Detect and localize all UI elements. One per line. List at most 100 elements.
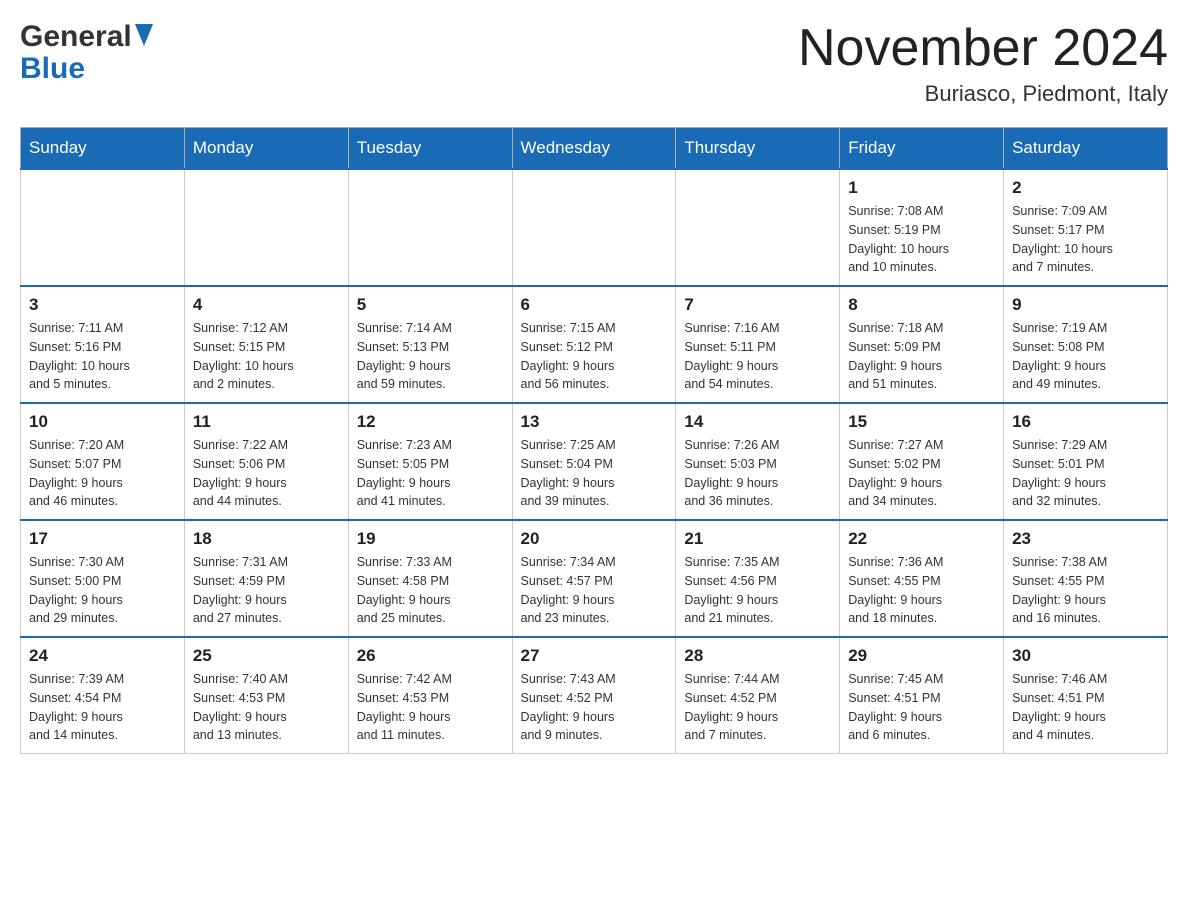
day-info: Sunrise: 7:29 AMSunset: 5:01 PMDaylight:… (1012, 436, 1159, 511)
calendar-cell: 6 Sunrise: 7:15 AMSunset: 5:12 PMDaylight… (512, 286, 676, 403)
day-info: Sunrise: 7:46 AMSunset: 4:51 PMDaylight:… (1012, 670, 1159, 745)
day-number: 28 (684, 646, 831, 666)
day-info: Sunrise: 7:39 AMSunset: 4:54 PMDaylight:… (29, 670, 176, 745)
day-info: Sunrise: 7:23 AMSunset: 5:05 PMDaylight:… (357, 436, 504, 511)
calendar-table: SundayMondayTuesdayWednesdayThursdayFrid… (20, 127, 1168, 754)
day-number: 25 (193, 646, 340, 666)
calendar-cell: 20 Sunrise: 7:34 AMSunset: 4:57 PMDayligh… (512, 520, 676, 637)
day-number: 17 (29, 529, 176, 549)
day-info: Sunrise: 7:18 AMSunset: 5:09 PMDaylight:… (848, 319, 995, 394)
day-number: 26 (357, 646, 504, 666)
logo: General Blue (20, 20, 153, 86)
day-number: 30 (1012, 646, 1159, 666)
calendar-cell: 26Sunrise: 7:42 AMSunset: 4:53 PMDayligh… (348, 637, 512, 754)
calendar-cell: 4 Sunrise: 7:12 AMSunset: 5:15 PMDaylight… (184, 286, 348, 403)
title-section: November 2024 Buriasco, Piedmont, Italy (798, 20, 1168, 107)
calendar-cell: 10 Sunrise: 7:20 AMSunset: 5:07 PMDayligh… (21, 403, 185, 520)
day-info: Sunrise: 7:25 AMSunset: 5:04 PMDaylight:… (521, 436, 668, 511)
logo-blue-text: Blue (20, 52, 85, 86)
calendar-cell: 22 Sunrise: 7:36 AMSunset: 4:55 PMDayligh… (840, 520, 1004, 637)
day-number: 5 (357, 295, 504, 315)
day-number: 6 (521, 295, 668, 315)
week-row-4: 17 Sunrise: 7:30 AMSunset: 5:00 PMDayligh… (21, 520, 1168, 637)
day-info: Sunrise: 7:14 AMSunset: 5:13 PMDaylight:… (357, 319, 504, 394)
day-info: Sunrise: 7:34 AMSunset: 4:57 PMDaylight:… (521, 553, 668, 628)
calendar-cell: 2 Sunrise: 7:09 AMSunset: 5:17 PMDaylight… (1004, 169, 1168, 286)
page-header: General Blue November 2024 Buriasco, Pie… (20, 20, 1168, 107)
day-number: 20 (521, 529, 668, 549)
day-number: 10 (29, 412, 176, 432)
day-info: Sunrise: 7:44 AMSunset: 4:52 PMDaylight:… (684, 670, 831, 745)
day-number: 21 (684, 529, 831, 549)
calendar-cell: 16 Sunrise: 7:29 AMSunset: 5:01 PMDayligh… (1004, 403, 1168, 520)
calendar-cell: 11 Sunrise: 7:22 AMSunset: 5:06 PMDayligh… (184, 403, 348, 520)
day-info: Sunrise: 7:27 AMSunset: 5:02 PMDaylight:… (848, 436, 995, 511)
day-header-thursday: Thursday (676, 128, 840, 170)
calendar-cell (676, 169, 840, 286)
day-info: Sunrise: 7:20 AMSunset: 5:07 PMDaylight:… (29, 436, 176, 511)
calendar-cell: 29 Sunrise: 7:45 AMSunset: 4:51 PMDayligh… (840, 637, 1004, 754)
day-number: 22 (848, 529, 995, 549)
day-info: Sunrise: 7:36 AMSunset: 4:55 PMDaylight:… (848, 553, 995, 628)
calendar-cell: 8 Sunrise: 7:18 AMSunset: 5:09 PMDaylight… (840, 286, 1004, 403)
day-number: 2 (1012, 178, 1159, 198)
day-header-monday: Monday (184, 128, 348, 170)
calendar-cell: 5 Sunrise: 7:14 AMSunset: 5:13 PMDaylight… (348, 286, 512, 403)
day-info: Sunrise: 7:15 AMSunset: 5:12 PMDaylight:… (521, 319, 668, 394)
calendar-cell (512, 169, 676, 286)
day-info: Sunrise: 7:35 AMSunset: 4:56 PMDaylight:… (684, 553, 831, 628)
day-info: Sunrise: 7:33 AMSunset: 4:58 PMDaylight:… (357, 553, 504, 628)
calendar-cell: 12 Sunrise: 7:23 AMSunset: 5:05 PMDayligh… (348, 403, 512, 520)
day-info: Sunrise: 7:43 AMSunset: 4:52 PMDaylight:… (521, 670, 668, 745)
day-number: 19 (357, 529, 504, 549)
calendar-cell: 9Sunrise: 7:19 AMSunset: 5:08 PMDaylight… (1004, 286, 1168, 403)
calendar-cell: 24 Sunrise: 7:39 AMSunset: 4:54 PMDayligh… (21, 637, 185, 754)
week-row-1: 1 Sunrise: 7:08 AMSunset: 5:19 PMDaylight… (21, 169, 1168, 286)
calendar-cell (348, 169, 512, 286)
calendar-cell (21, 169, 185, 286)
day-info: Sunrise: 7:12 AMSunset: 5:15 PMDaylight:… (193, 319, 340, 394)
day-number: 23 (1012, 529, 1159, 549)
day-info: Sunrise: 7:09 AMSunset: 5:17 PMDaylight:… (1012, 202, 1159, 277)
month-title: November 2024 (798, 20, 1168, 77)
calendar-cell: 17 Sunrise: 7:30 AMSunset: 5:00 PMDayligh… (21, 520, 185, 637)
week-row-2: 3Sunrise: 7:11 AMSunset: 5:16 PMDaylight… (21, 286, 1168, 403)
day-info: Sunrise: 7:26 AMSunset: 5:03 PMDaylight:… (684, 436, 831, 511)
day-number: 29 (848, 646, 995, 666)
day-info: Sunrise: 7:16 AMSunset: 5:11 PMDaylight:… (684, 319, 831, 394)
day-number: 4 (193, 295, 340, 315)
days-header-row: SundayMondayTuesdayWednesdayThursdayFrid… (21, 128, 1168, 170)
day-number: 11 (193, 412, 340, 432)
calendar-cell: 13 Sunrise: 7:25 AMSunset: 5:04 PMDayligh… (512, 403, 676, 520)
day-info: Sunrise: 7:45 AMSunset: 4:51 PMDaylight:… (848, 670, 995, 745)
day-header-saturday: Saturday (1004, 128, 1168, 170)
day-header-tuesday: Tuesday (348, 128, 512, 170)
day-info: Sunrise: 7:08 AMSunset: 5:19 PMDaylight:… (848, 202, 995, 277)
day-number: 8 (848, 295, 995, 315)
calendar-cell: 1 Sunrise: 7:08 AMSunset: 5:19 PMDaylight… (840, 169, 1004, 286)
day-info: Sunrise: 7:19 AMSunset: 5:08 PMDaylight:… (1012, 319, 1159, 394)
location-text: Buriasco, Piedmont, Italy (798, 81, 1168, 107)
day-header-sunday: Sunday (21, 128, 185, 170)
calendar-cell: 28 Sunrise: 7:44 AMSunset: 4:52 PMDayligh… (676, 637, 840, 754)
day-number: 13 (521, 412, 668, 432)
day-number: 7 (684, 295, 831, 315)
day-number: 14 (684, 412, 831, 432)
day-number: 1 (848, 178, 995, 198)
day-info: Sunrise: 7:30 AMSunset: 5:00 PMDaylight:… (29, 553, 176, 628)
day-number: 18 (193, 529, 340, 549)
calendar-cell: 21 Sunrise: 7:35 AMSunset: 4:56 PMDayligh… (676, 520, 840, 637)
calendar-cell: 27Sunrise: 7:43 AMSunset: 4:52 PMDayligh… (512, 637, 676, 754)
calendar-cell: 15 Sunrise: 7:27 AMSunset: 5:02 PMDayligh… (840, 403, 1004, 520)
day-info: Sunrise: 7:31 AMSunset: 4:59 PMDaylight:… (193, 553, 340, 628)
day-info: Sunrise: 7:22 AMSunset: 5:06 PMDaylight:… (193, 436, 340, 511)
day-info: Sunrise: 7:40 AMSunset: 4:53 PMDaylight:… (193, 670, 340, 745)
day-header-wednesday: Wednesday (512, 128, 676, 170)
week-row-3: 10 Sunrise: 7:20 AMSunset: 5:07 PMDayligh… (21, 403, 1168, 520)
day-number: 16 (1012, 412, 1159, 432)
calendar-cell (184, 169, 348, 286)
day-number: 24 (29, 646, 176, 666)
day-number: 12 (357, 412, 504, 432)
calendar-cell: 30 Sunrise: 7:46 AMSunset: 4:51 PMDayligh… (1004, 637, 1168, 754)
day-number: 15 (848, 412, 995, 432)
